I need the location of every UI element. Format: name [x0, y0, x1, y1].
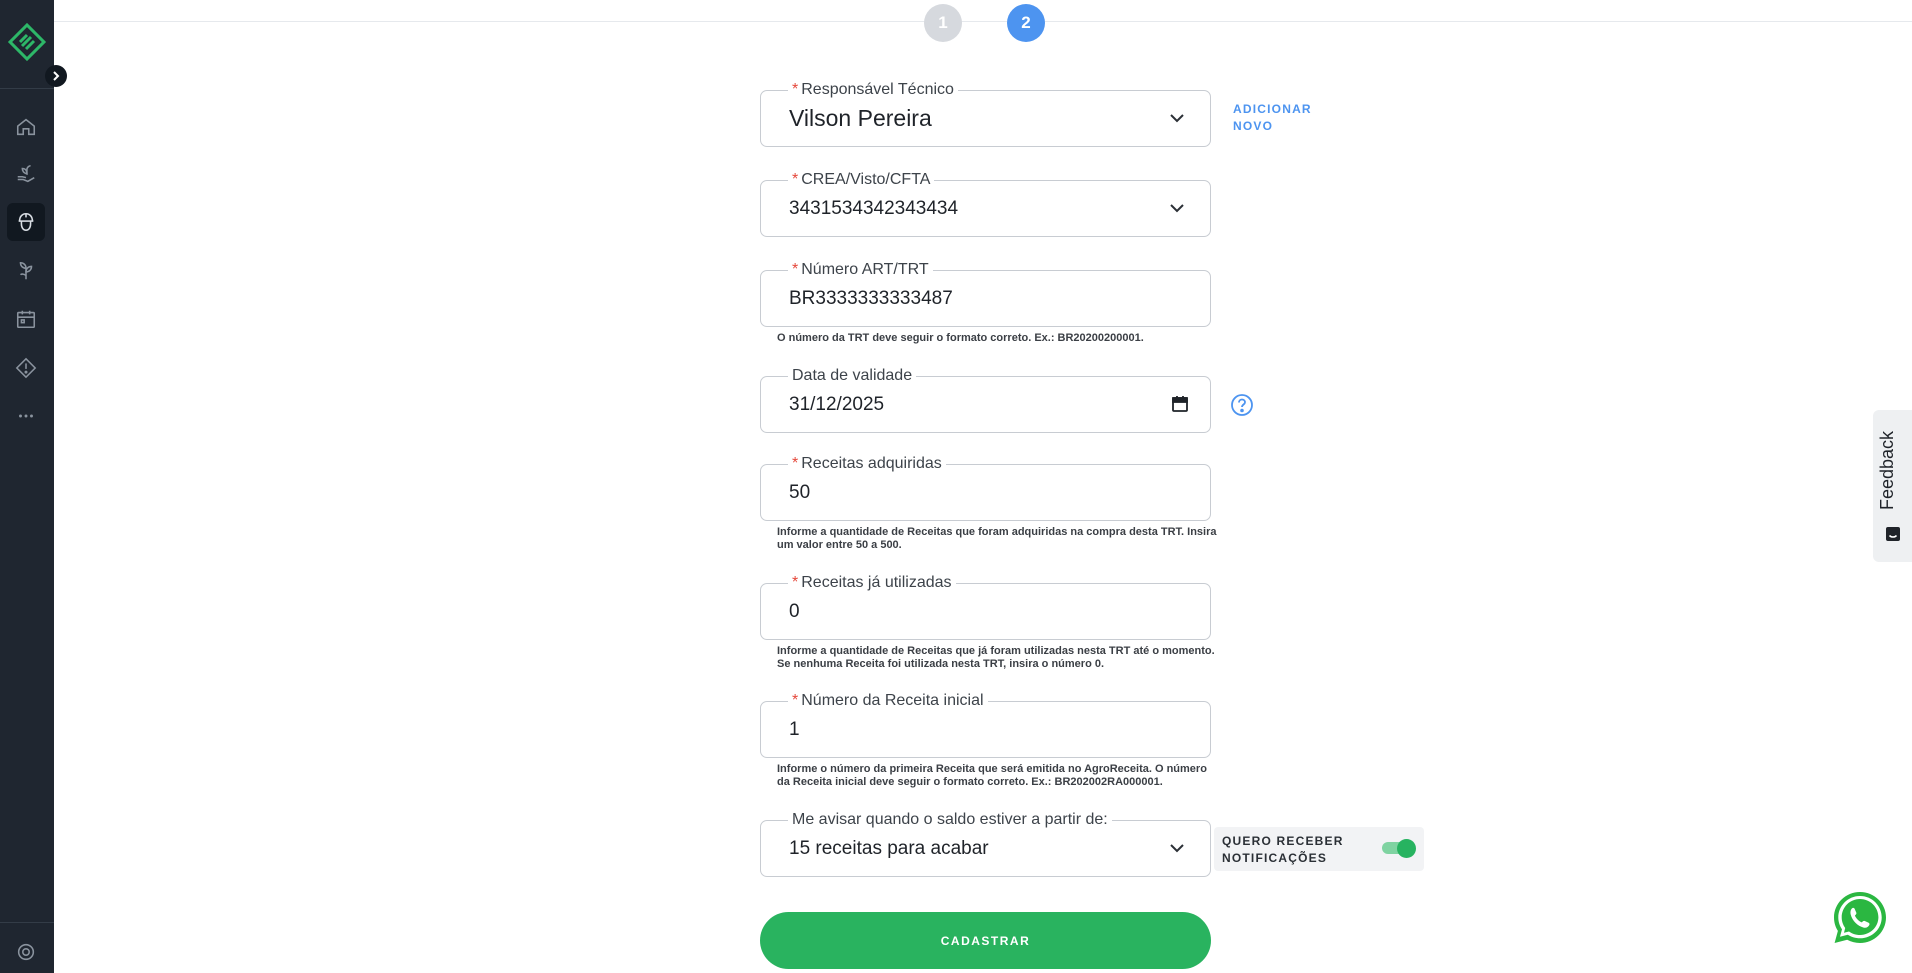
crea-value: 3431534342343434 [789, 198, 959, 219]
numero-art-input[interactable]: * Número ART/TRT BR3333333333487 [760, 260, 1211, 327]
hint-line: um valor entre 50 a 500. [777, 539, 902, 551]
receitas-adquiridas-input[interactable]: * Receitas adquiridas 50 [760, 454, 1211, 521]
responsavel-tecnico-select[interactable]: * Responsável Técnico Vilson Pereira [760, 80, 1211, 147]
receitas-adquiridas-label: * Receitas adquiridas [788, 454, 946, 474]
numero-art-value: BR3333333333487 [789, 288, 953, 309]
add-new-responsavel-link[interactable]: ADICIONAR NOVO [1233, 101, 1312, 135]
receitas-utilizadas-label: * Receitas já utilizadas [788, 573, 956, 593]
aviso-saldo-value: 15 receitas para acabar [789, 838, 989, 859]
chevron-down-icon [1170, 114, 1184, 123]
sidebar-item-producers[interactable] [7, 155, 45, 193]
help-icon[interactable] [1230, 393, 1254, 417]
numero-art-hint: O número da TRT deve seguir o formato co… [777, 332, 1144, 344]
receita-inicial-hint: Informe o número da primeira Receita que… [777, 763, 1217, 789]
add-new-line2: NOVO [1233, 119, 1274, 133]
label-text: Número da Receita inicial [801, 692, 984, 709]
receita-inicial-label: * Número da Receita inicial [788, 691, 988, 711]
label-text: Receitas já utilizadas [801, 574, 952, 591]
sidebar-expand-button[interactable] [45, 65, 67, 87]
receitas-utilizadas-value: 0 [789, 601, 800, 622]
more-icon [19, 414, 33, 418]
receita-inicial-value: 1 [789, 719, 800, 740]
aviso-saldo-select[interactable]: Me avisar quando o saldo estiver a parti… [760, 810, 1211, 877]
chevron-right-icon [53, 71, 60, 81]
receitas-utilizadas-input[interactable]: * Receitas já utilizadas 0 [760, 573, 1211, 640]
hint-line: Se nenhuma Receita foi utilizada nesta T… [777, 658, 1105, 670]
receita-inicial-input[interactable]: * Número da Receita inicial 1 [760, 691, 1211, 758]
hand-plant-icon [17, 164, 35, 183]
cadastrar-button[interactable]: CADASTRAR [760, 912, 1211, 969]
sidebar-item-alerts[interactable] [7, 349, 45, 387]
chevron-down-icon [1170, 844, 1184, 853]
crea-select[interactable]: * CREA/Visto/CFTA 3431534342343434 [760, 170, 1211, 237]
calendar-icon[interactable] [1170, 394, 1190, 414]
responsavel-tecnico-value: Vilson Pereira [789, 105, 932, 131]
step-1[interactable]: 1 [924, 4, 962, 42]
home-icon [16, 118, 36, 136]
hint-line: Informe a quantidade de Receitas que já … [777, 645, 1215, 657]
notifications-toggle-box: QUERO RECEBER NOTIFICAÇÕES [1214, 827, 1424, 871]
receitas-adquiridas-value: 50 [789, 482, 811, 503]
calendar-icon [16, 310, 36, 329]
sidebar-item-more[interactable] [7, 397, 45, 435]
seedling-icon [19, 261, 33, 280]
notifications-label: QUERO RECEBER NOTIFICAÇÕES [1222, 833, 1344, 867]
sidebar-divider [0, 88, 54, 89]
chevron-down-icon [1170, 204, 1184, 213]
sidebar-item-technical[interactable] [7, 203, 45, 241]
receitas-adquiridas-hint: Informe a quantidade de Receitas que for… [777, 526, 1217, 552]
notifications-toggle[interactable] [1382, 839, 1416, 858]
warning-icon [15, 357, 37, 379]
agroreceita-logo [7, 22, 47, 62]
sidebar-item-crops[interactable] [7, 252, 45, 290]
hint-line: da Receita inicial deve seguir o formato… [777, 776, 1163, 788]
receitas-utilizadas-hint: Informe a quantidade de Receitas que já … [777, 645, 1217, 671]
whatsapp-icon[interactable] [1831, 889, 1889, 947]
feedback-icon [1886, 527, 1900, 541]
add-new-line1: ADICIONAR [1233, 102, 1312, 116]
step-2[interactable]: 2 [1007, 4, 1045, 42]
data-validade-input[interactable]: Data de validade 31/12/2025 [760, 366, 1211, 433]
notifications-label-line1: QUERO RECEBER [1222, 834, 1344, 848]
settings-icon [17, 943, 35, 961]
notifications-label-line2: NOTIFICAÇÕES [1222, 851, 1328, 865]
sidebar [0, 0, 54, 973]
toggle-knob [1397, 839, 1416, 858]
sidebar-item-home[interactable] [7, 108, 45, 146]
stepper-line [54, 21, 1912, 22]
data-validade-value: 31/12/2025 [789, 394, 885, 415]
feedback-tab[interactable]: Feedback [1873, 410, 1912, 562]
engineer-helmet-icon [18, 212, 34, 232]
sidebar-item-settings[interactable] [7, 933, 45, 971]
hint-line: Informe a quantidade de Receitas que for… [777, 526, 1217, 538]
label-text: Receitas adquiridas [801, 455, 942, 472]
sidebar-divider-bottom [0, 922, 54, 923]
feedback-label: Feedback [1877, 430, 1897, 510]
sidebar-item-calendar[interactable] [7, 300, 45, 338]
hint-line: Informe o número da primeira Receita que… [777, 763, 1207, 775]
